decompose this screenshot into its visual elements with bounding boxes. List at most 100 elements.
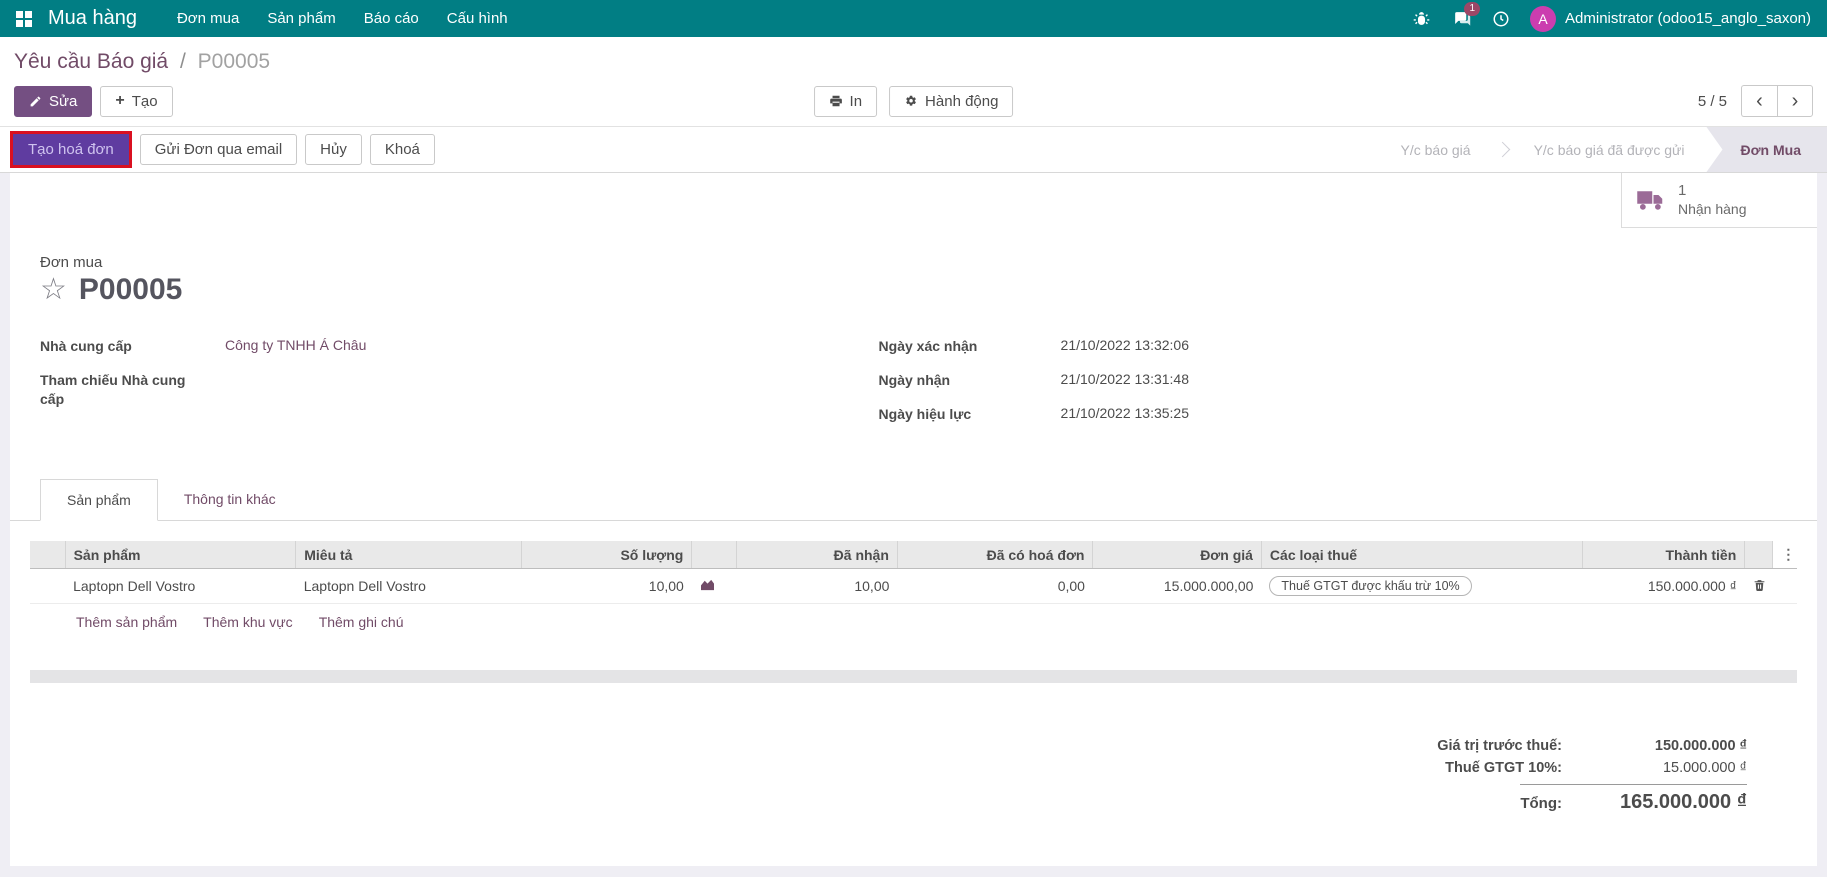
table-header-row: Sản phẩm Miêu tả Số lượng Đã nhận Đã có … xyxy=(30,541,1797,569)
col-taxes[interactable]: Các loại thuế xyxy=(1261,541,1582,569)
print-button-label: In xyxy=(850,93,863,110)
document-type-label: Đơn mua xyxy=(40,254,1817,271)
breadcrumb-parent-link[interactable]: Yêu cầu Báo giá xyxy=(14,50,168,73)
status-step-rfq-sent[interactable]: Y/c báo giá đã được gửi xyxy=(1512,127,1707,172)
tax-tag[interactable]: Thuế GTGT được khấu trừ 10% xyxy=(1269,576,1471,596)
lock-button[interactable]: Khoá xyxy=(370,134,435,165)
statusbar: Tạo hoá đơn Gửi Đơn qua email Hủy Khoá Y… xyxy=(0,126,1827,173)
form-sheet: 1 Nhận hàng Đơn mua ☆ P00005 Nhà cung cấ… xyxy=(10,173,1817,866)
field-confirmation-date: Ngày xác nhận 21/10/2022 13:32:06 xyxy=(879,337,1718,356)
cancel-button[interactable]: Hủy xyxy=(305,134,362,165)
receipt-smart-button[interactable]: 1 Nhận hàng xyxy=(1621,173,1817,228)
vendor-value-link[interactable]: Công ty TNHH Á Châu xyxy=(225,337,366,356)
untaxed-amount-label: Giá trị trước thuế: xyxy=(1437,738,1562,754)
create-button[interactable]: + Tạo xyxy=(100,86,172,117)
receipt-date-value: 21/10/2022 13:31:48 xyxy=(1061,371,1189,390)
action-button[interactable]: Hành động xyxy=(889,86,1013,117)
total-label: Tổng: xyxy=(1520,795,1562,812)
receipt-count: 1 xyxy=(1678,182,1747,200)
add-note-link[interactable]: Thêm ghi chú xyxy=(319,614,404,630)
row-product[interactable]: Laptopn Dell Vostro xyxy=(65,569,296,604)
printer-icon xyxy=(829,94,843,108)
field-vendor: Nhà cung cấp Công ty TNHH Á Châu xyxy=(40,337,879,356)
action-button-label: Hành động xyxy=(925,93,998,110)
print-button[interactable]: In xyxy=(814,86,878,117)
top-navbar: Mua hàng Đơn mua Sản phẩm Báo cáo Cấu hì… xyxy=(0,0,1827,37)
edit-button-label: Sửa xyxy=(49,93,77,110)
status-step-purchase-order-active[interactable]: Đơn Mua xyxy=(1706,127,1827,172)
nav-item-cau-hinh[interactable]: Cấu hình xyxy=(433,0,522,37)
receipt-label: Nhận hàng xyxy=(1678,200,1747,218)
user-name: Administrator (odoo15_anglo_saxon) xyxy=(1565,10,1811,27)
col-subtotal[interactable]: Thành tiền xyxy=(1582,541,1744,569)
table-row[interactable]: Laptopn Dell Vostro Laptopn Dell Vostro … xyxy=(30,569,1797,604)
field-effective-date: Ngày hiệu lực 21/10/2022 13:35:25 xyxy=(879,405,1718,424)
col-billed[interactable]: Đã có hoá đơn xyxy=(897,541,1093,569)
tab-other-info[interactable]: Thông tin khác xyxy=(158,479,302,521)
vendor-label: Nhà cung cấp xyxy=(40,337,225,356)
form-view-background: 1 Nhận hàng Đơn mua ☆ P00005 Nhà cung cấ… xyxy=(0,173,1827,877)
user-avatar: A xyxy=(1530,6,1556,32)
table-add-links: Thêm sản phẩm Thêm khu vực Thêm ghi chú xyxy=(30,604,1797,640)
favorite-star-icon[interactable]: ☆ xyxy=(40,275,67,305)
notebook-tabs: Sản phẩm Thông tin khác xyxy=(10,479,1817,521)
delete-row-icon[interactable] xyxy=(1753,579,1766,595)
user-menu[interactable]: A Administrator (odoo15_anglo_saxon) xyxy=(1530,6,1811,32)
control-panel: Sửa + Tạo In Hành động 5 / 5 ‹ › xyxy=(0,76,1827,126)
status-steps: Y/c báo giá Y/c báo giá đã được gửi Đơn … xyxy=(1379,127,1827,172)
field-vendor-reference: Tham chiếu Nhà cung cấp xyxy=(40,371,879,409)
row-quantity[interactable]: 10,00 xyxy=(521,569,691,604)
create-bill-button[interactable]: Tạo hoá đơn xyxy=(13,134,129,165)
handle-column-header xyxy=(30,541,65,569)
row-received[interactable]: 10,00 xyxy=(737,569,897,604)
status-step-rfq[interactable]: Y/c báo giá xyxy=(1379,127,1493,172)
forecast-chart-icon[interactable] xyxy=(700,578,715,594)
create-button-label: Tạo xyxy=(132,93,158,110)
col-forecast xyxy=(692,541,737,569)
total-row: Tổng: 165.000.000 ₫ xyxy=(1520,784,1747,817)
debug-bug-icon[interactable] xyxy=(1410,8,1432,30)
annotation-highlight-box: Tạo hoá đơn xyxy=(10,131,132,168)
col-quantity[interactable]: Số lượng xyxy=(521,541,691,569)
tax-amount-label: Thuế GTGT 10%: xyxy=(1445,760,1562,776)
messages-icon[interactable]: 1 xyxy=(1450,8,1472,30)
messages-badge: 1 xyxy=(1464,2,1480,16)
col-description[interactable]: Miêu tả xyxy=(296,541,522,569)
nav-item-bao-cao[interactable]: Báo cáo xyxy=(350,0,433,37)
truck-icon xyxy=(1636,188,1666,212)
activities-clock-icon[interactable] xyxy=(1490,8,1512,30)
table-footer-band xyxy=(30,670,1797,683)
add-section-link[interactable]: Thêm khu vực xyxy=(203,614,293,630)
field-receipt-date: Ngày nhận 21/10/2022 13:31:48 xyxy=(879,371,1718,390)
app-name[interactable]: Mua hàng xyxy=(48,7,137,30)
col-received[interactable]: Đã nhận xyxy=(737,541,897,569)
row-billed[interactable]: 0,00 xyxy=(897,569,1093,604)
nav-item-don-mua[interactable]: Đơn mua xyxy=(163,0,253,37)
confirmation-date-value: 21/10/2022 13:32:06 xyxy=(1061,337,1189,356)
nav-item-san-pham[interactable]: Sản phẩm xyxy=(253,0,349,37)
order-lines-table: Sản phẩm Miêu tả Số lượng Đã nhận Đã có … xyxy=(30,541,1797,604)
totals-block: Giá trị trước thuế: 150.000.000 ₫ Thuế G… xyxy=(10,735,1817,817)
optional-columns-toggle[interactable]: ⋮ xyxy=(1773,541,1797,569)
pager-previous-button[interactable]: ‹ xyxy=(1741,85,1777,117)
send-by-email-button[interactable]: Gửi Đơn qua email xyxy=(140,134,297,165)
vendor-reference-label: Tham chiếu Nhà cung cấp xyxy=(40,371,225,409)
effective-date-label: Ngày hiệu lực xyxy=(879,405,1061,424)
edit-button[interactable]: Sửa xyxy=(14,86,92,117)
confirmation-date-label: Ngày xác nhận xyxy=(879,337,1061,356)
row-description[interactable]: Laptopn Dell Vostro xyxy=(296,569,522,604)
row-unit-price[interactable]: 15.000.000,00 xyxy=(1093,569,1261,604)
total-value: 165.000.000 ₫ xyxy=(1562,791,1747,814)
row-subtotal: 150.000.000 ₫ xyxy=(1582,569,1744,604)
row-handle-cell xyxy=(30,569,65,604)
col-product[interactable]: Sản phẩm xyxy=(65,541,296,569)
document-title: P00005 xyxy=(79,273,182,307)
add-product-link[interactable]: Thêm sản phẩm xyxy=(76,614,177,630)
col-unit-price[interactable]: Đơn giá xyxy=(1093,541,1261,569)
untaxed-amount-row: Giá trị trước thuế: 150.000.000 ₫ xyxy=(1437,735,1747,757)
pager-next-button[interactable]: › xyxy=(1777,85,1813,117)
tax-amount-row: Thuế GTGT 10%: 15.000.000 ₫ xyxy=(1445,757,1747,779)
tax-amount-value: 15.000.000 ₫ xyxy=(1562,760,1747,776)
tab-products[interactable]: Sản phẩm xyxy=(40,479,158,521)
apps-menu-icon[interactable] xyxy=(16,11,32,27)
